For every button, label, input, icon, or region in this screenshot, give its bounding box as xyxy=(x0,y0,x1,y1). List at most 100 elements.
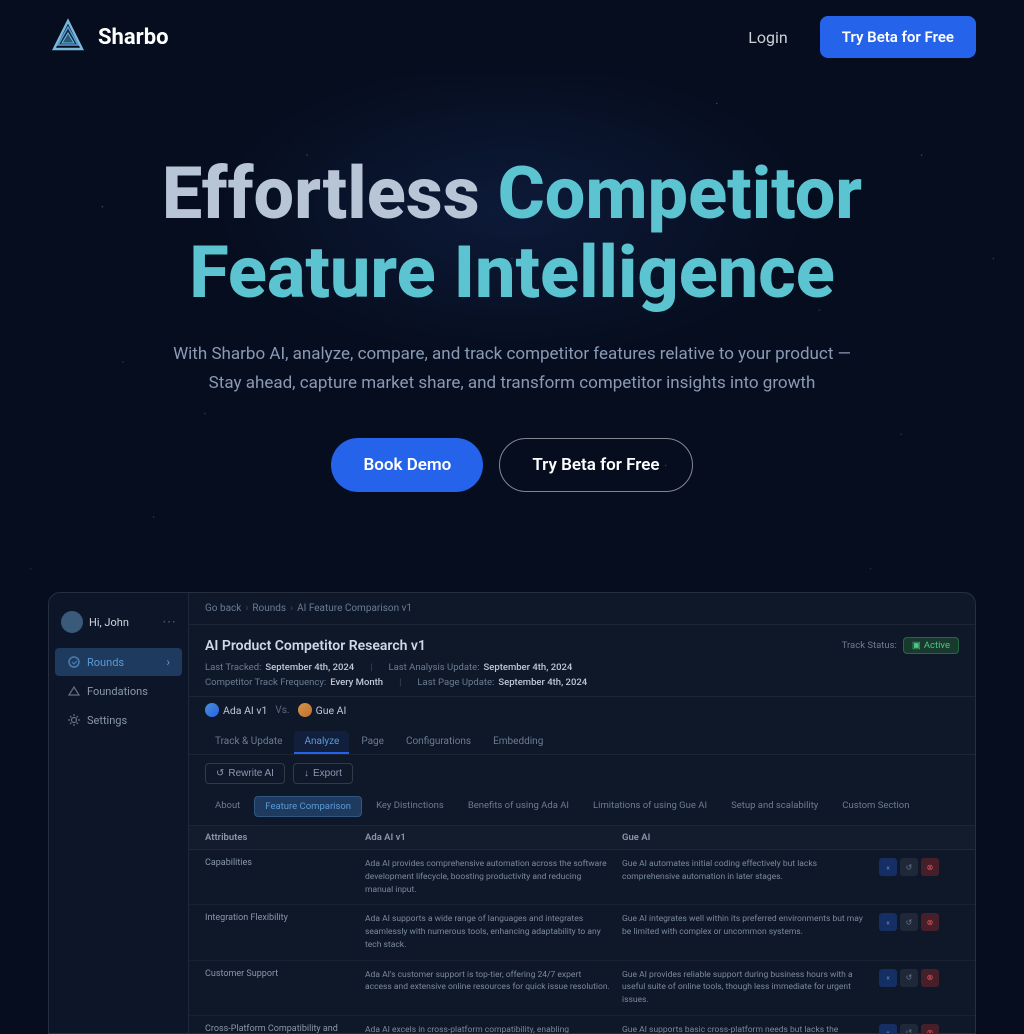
sidebar-menu-icon[interactable]: ⋯ xyxy=(162,614,176,630)
export-button[interactable]: ↓ Export xyxy=(293,763,353,784)
row-action-btn-red-2[interactable]: ⊗ xyxy=(921,913,939,931)
tab-embedding[interactable]: Embedding xyxy=(483,731,553,754)
row-ada-3: Ada AI's customer support is top-tier, o… xyxy=(365,969,622,995)
row-ada-1: Ada AI provides comprehensive automation… xyxy=(365,858,622,896)
headline-word-effortless: Effortless xyxy=(162,151,480,236)
col-ada: Ada AI v1 xyxy=(365,832,622,843)
rounds-icon xyxy=(67,655,81,669)
row-gue-3: Gue AI provides reliable support during … xyxy=(622,969,879,1007)
row-action-btn-gray-2[interactable]: ↺ xyxy=(900,913,918,931)
app-screenshot: Hi, John ⋯ Rounds › Foundations Settings… xyxy=(48,592,976,1034)
row-action-btn-red-3[interactable]: ⊗ xyxy=(921,969,939,987)
row-action-btn-gray-4[interactable]: ↺ xyxy=(900,1024,918,1033)
row-attr-3: Customer Support xyxy=(205,969,365,979)
project-meta: Last Tracked: September 4th, 2024 | Last… xyxy=(205,662,959,673)
frequency-value: Every Month xyxy=(330,677,383,688)
logo-area: Sharbo xyxy=(48,17,169,57)
rewrite-ai-label: Rewrite AI xyxy=(228,768,274,779)
sidebar-rounds-label: Rounds xyxy=(87,656,124,669)
app-sidebar: Hi, John ⋯ Rounds › Foundations Settings xyxy=(49,593,189,1033)
subtab-about[interactable]: About xyxy=(205,796,250,817)
last-page-value: September 4th, 2024 xyxy=(498,677,587,688)
row-ada-2: Ada AI supports a wide range of language… xyxy=(365,913,622,951)
breadcrumb: Go back › Rounds › AI Feature Comparison… xyxy=(189,593,975,625)
row-action-btn-blue-1[interactable]: « xyxy=(879,858,897,876)
tab-page[interactable]: Page xyxy=(351,731,394,754)
sidebar-foundations-label: Foundations xyxy=(87,685,148,698)
subtab-key-distinctions[interactable]: Key Distinctions xyxy=(366,796,454,817)
logo-icon xyxy=(48,17,88,57)
meta-last-tracked: Last Tracked: September 4th, 2024 xyxy=(205,662,354,673)
breadcrumb-sep2: › xyxy=(290,603,293,614)
foundations-icon xyxy=(67,684,81,698)
tab-track-update[interactable]: Track & Update xyxy=(205,731,292,754)
row-action-btn-red-4[interactable]: ⊗ xyxy=(921,1024,939,1033)
project-meta-2: Competitor Track Frequency: Every Month … xyxy=(205,677,959,688)
subtab-custom[interactable]: Custom Section xyxy=(832,796,919,817)
book-demo-button[interactable]: Book Demo xyxy=(331,438,483,492)
row-actions-1: « ↺ ⊗ xyxy=(879,858,959,876)
subtab-setup[interactable]: Setup and scalability xyxy=(721,796,828,817)
nav-right: Login Try Beta for Free xyxy=(748,16,976,58)
row-action-btn-blue-3[interactable]: « xyxy=(879,969,897,987)
project-title-row: AI Product Competitor Research v1 Track … xyxy=(205,637,959,654)
table-header: Attributes Ada AI v1 Gue AI xyxy=(189,826,975,850)
row-action-btn-gray-1[interactable]: ↺ xyxy=(900,858,918,876)
track-status: Track Status: ▣Active xyxy=(842,637,959,654)
col-attributes: Attributes xyxy=(205,832,365,843)
sidebar-item-rounds[interactable]: Rounds › xyxy=(55,648,182,676)
competitors-row: Ada AI v1 Vs. Gue AI xyxy=(189,697,975,725)
action-row: ↺ Rewrite AI ↓ Export xyxy=(189,755,975,792)
tab-configurations-label: Configurations xyxy=(406,736,471,747)
export-label: Export xyxy=(313,768,342,779)
row-action-btn-gray-3[interactable]: ↺ xyxy=(900,969,918,987)
subtab-benefits[interactable]: Benefits of using Ada AI xyxy=(458,796,579,817)
hero-headline: Effortless Competitor Feature Intelligen… xyxy=(48,154,976,312)
hero-subheadline: With Sharbo AI, analyze, compare, and tr… xyxy=(172,340,852,398)
nav-cta-button[interactable]: Try Beta for Free xyxy=(820,16,976,58)
comp2-label: Gue AI xyxy=(316,704,347,717)
competitor-2: Gue AI xyxy=(298,703,347,717)
row-gue-2: Gue AI integrates well within its prefer… xyxy=(622,913,879,939)
row-action-btn-red-1[interactable]: ⊗ xyxy=(921,858,939,876)
col-gue: Gue AI xyxy=(622,832,879,843)
sidebar-item-foundations[interactable]: Foundations xyxy=(55,677,182,705)
tab-configurations[interactable]: Configurations xyxy=(396,731,481,754)
hero-section: Effortless Competitor Feature Intelligen… xyxy=(0,74,1024,592)
subtab-feature-comparison[interactable]: Feature Comparison xyxy=(254,796,362,817)
app-inner: Hi, John ⋯ Rounds › Foundations Settings… xyxy=(49,593,975,1033)
try-beta-button[interactable]: Try Beta for Free xyxy=(499,438,692,492)
app-main: Go back › Rounds › AI Feature Comparison… xyxy=(189,593,975,1033)
sidebar-item-settings[interactable]: Settings xyxy=(55,706,182,734)
subtab-limitations[interactable]: Limitations of using Gue AI xyxy=(583,796,717,817)
sidebar-username: Hi, John xyxy=(89,616,162,629)
frequency-label: Competitor Track Frequency: xyxy=(205,677,326,688)
hero-buttons: Book Demo Try Beta for Free xyxy=(48,438,976,492)
row-actions-3: « ↺ ⊗ xyxy=(879,969,959,987)
rewrite-ai-icon: ↺ xyxy=(216,768,224,779)
track-status-label: Track Status: xyxy=(842,640,897,651)
rewrite-ai-button[interactable]: ↺ Rewrite AI xyxy=(205,763,285,784)
tab-analyze[interactable]: Analyze xyxy=(294,731,349,754)
breadcrumb-back[interactable]: Go back xyxy=(205,603,241,614)
last-tracked-value: September 4th, 2024 xyxy=(265,662,354,673)
comp1-icon xyxy=(205,703,219,717)
row-attr-2: Integration Flexibility xyxy=(205,913,365,923)
row-attr-4: Cross-Platform Compatibility and Extensi… xyxy=(205,1024,365,1033)
sidebar-header: Hi, John ⋯ xyxy=(49,605,188,647)
row-action-btn-blue-4[interactable]: « xyxy=(879,1024,897,1033)
row-action-btn-blue-2[interactable]: « xyxy=(879,913,897,931)
meta-last-page: Last Page Update: September 4th, 2024 xyxy=(417,677,587,688)
project-title: AI Product Competitor Research v1 xyxy=(205,638,426,654)
login-button[interactable]: Login xyxy=(748,28,787,47)
meta-last-analysis: Last Analysis Update: September 4th, 202… xyxy=(389,662,573,673)
tab-embedding-label: Embedding xyxy=(493,736,543,747)
row-actions-4: « ↺ ⊗ xyxy=(879,1024,959,1033)
breadcrumb-rounds[interactable]: Rounds xyxy=(252,603,286,614)
data-table: Attributes Ada AI v1 Gue AI Capabilities… xyxy=(189,826,975,1033)
meta-frequency: Competitor Track Frequency: Every Month xyxy=(205,677,383,688)
comp2-icon xyxy=(298,703,312,717)
project-header: AI Product Competitor Research v1 Track … xyxy=(189,625,975,697)
avatar xyxy=(61,611,83,633)
col-actions xyxy=(879,832,959,843)
